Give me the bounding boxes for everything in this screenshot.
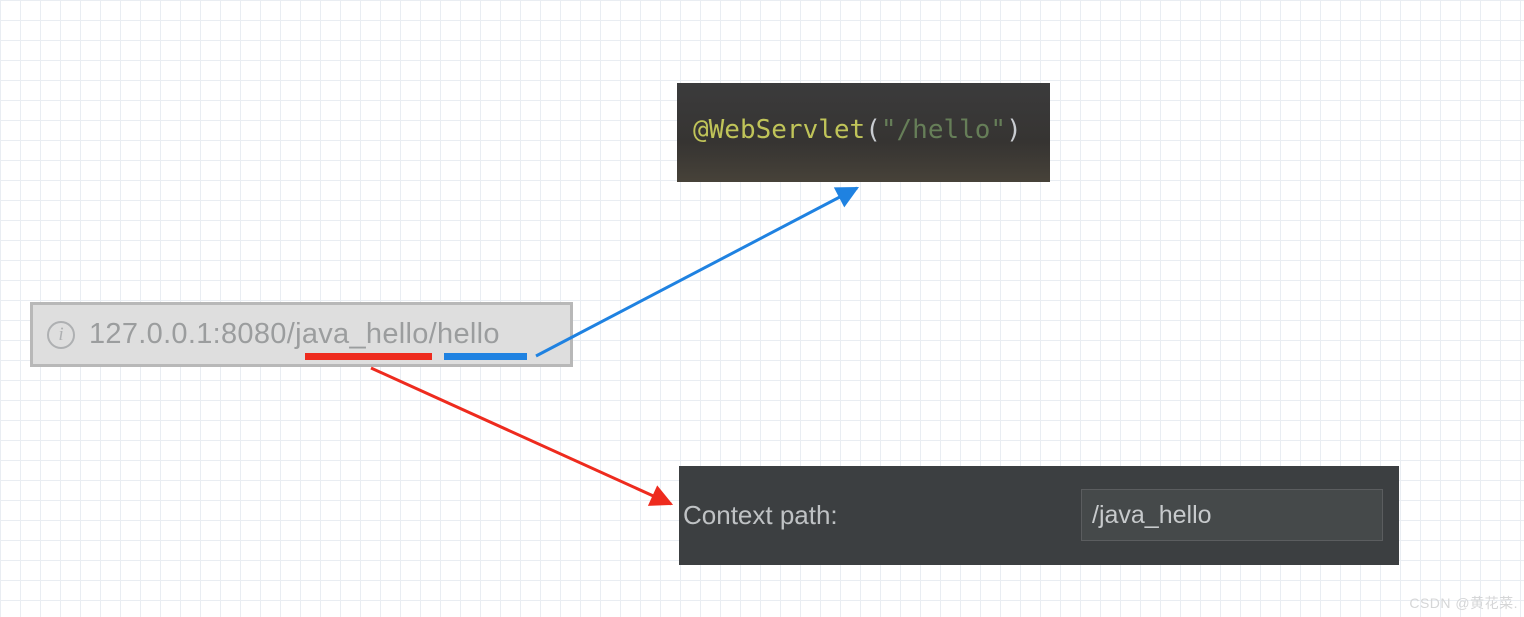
close-paren: ) xyxy=(1006,115,1022,145)
underline-blue xyxy=(444,353,527,360)
string-literal: "/hello" xyxy=(881,115,1006,145)
info-icon: i xyxy=(47,321,75,349)
context-path-label: Context path: xyxy=(683,500,838,531)
underline-red xyxy=(305,353,432,360)
context-path-box: Context path: xyxy=(679,466,1399,565)
annotation-name: WebServlet xyxy=(709,115,866,145)
code-snippet-box: @WebServlet("/hello") xyxy=(677,83,1050,182)
annotation-at: @ xyxy=(693,115,709,145)
url-text: 127.0.0.1:8080/java_hello/hello xyxy=(89,318,500,351)
watermark: CSDN @黄花菜. xyxy=(1409,593,1518,613)
context-path-input[interactable] xyxy=(1081,489,1383,541)
open-paren: ( xyxy=(865,115,881,145)
